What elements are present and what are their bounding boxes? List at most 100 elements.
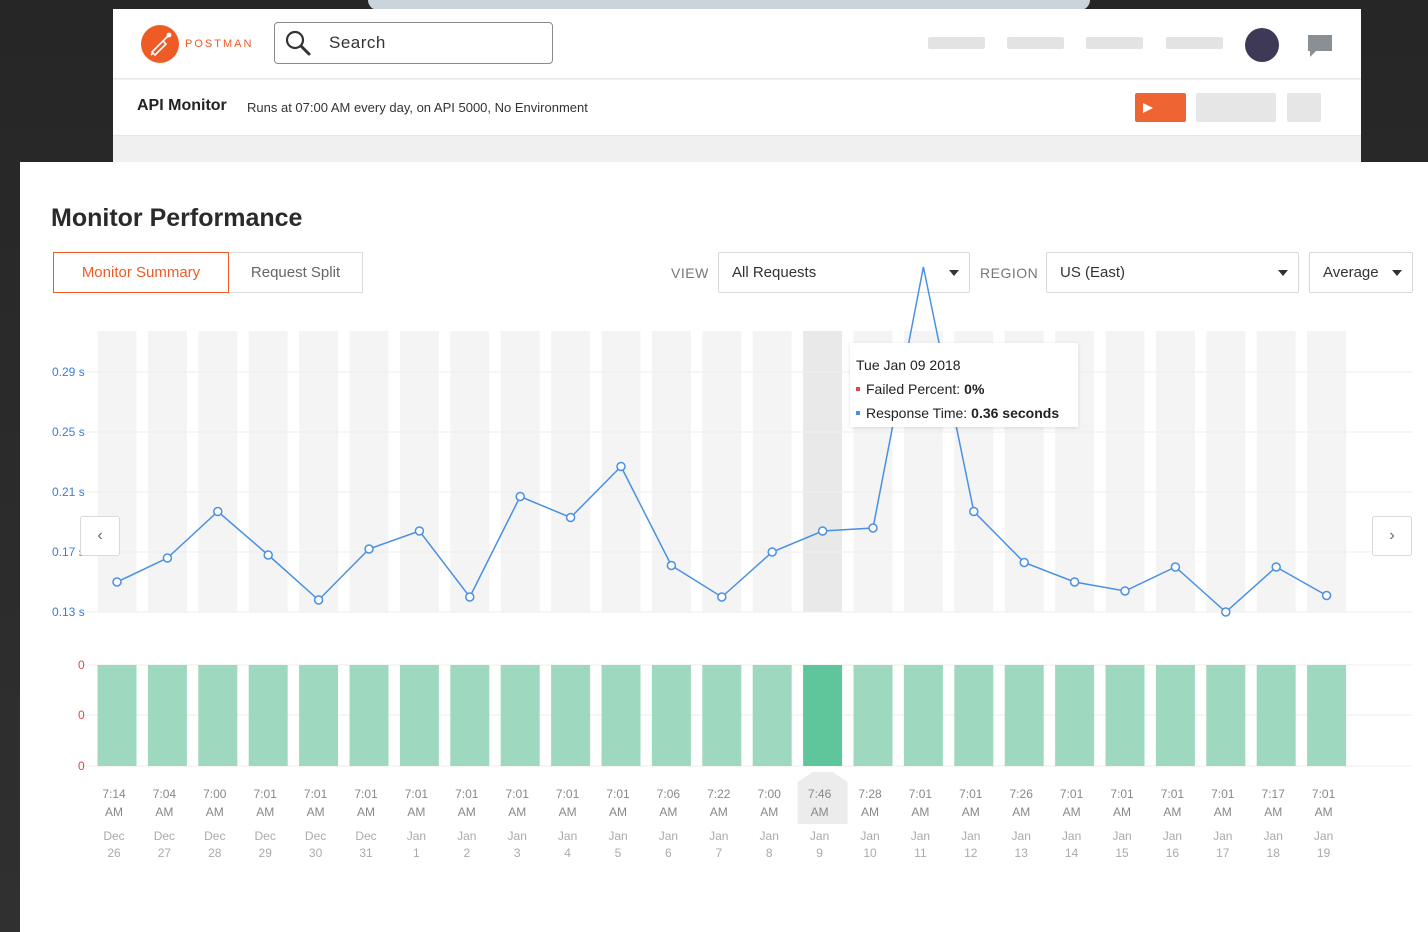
tooltip-response-row: Response Time: 0.36 seconds bbox=[856, 401, 1072, 425]
top-nav: POSTMAN Search bbox=[113, 9, 1361, 79]
monitor-action-button[interactable] bbox=[1196, 93, 1276, 122]
monitor-title: API Monitor bbox=[137, 97, 227, 114]
x-tick-time: 7:01 bbox=[606, 787, 630, 801]
failed-bullet-icon bbox=[856, 387, 860, 391]
status-bar bbox=[1256, 665, 1296, 766]
status-bar bbox=[853, 665, 893, 766]
data-point bbox=[1221, 607, 1231, 617]
search-input[interactable]: Search bbox=[274, 22, 553, 64]
x-tick-time: 7:17 bbox=[1262, 787, 1286, 801]
x-tick-time: 7:22 bbox=[707, 787, 731, 801]
x-tick-month: Jan bbox=[1062, 829, 1081, 843]
data-point bbox=[817, 526, 828, 536]
chart-column bbox=[803, 331, 843, 612]
x-tick-day: 1 bbox=[413, 846, 420, 860]
x-tick-time: 7:00 bbox=[203, 787, 227, 801]
x-tick-day: 8 bbox=[766, 846, 773, 860]
x-tick-month: Dec bbox=[204, 829, 225, 843]
status-bar bbox=[702, 665, 742, 766]
x-tick-month: Dec bbox=[355, 829, 376, 843]
avatar[interactable] bbox=[1245, 28, 1279, 62]
x-tick-day: 13 bbox=[1015, 846, 1029, 860]
x-tick-ampm: AM bbox=[1264, 805, 1282, 819]
x-tick-ampm: AM bbox=[911, 805, 929, 819]
x-tick-ampm: AM bbox=[508, 805, 526, 819]
chart-tooltip: Tue Jan 09 2018 Failed Percent: 0% Respo… bbox=[850, 343, 1078, 427]
x-tick-time: 7:01 bbox=[455, 787, 479, 801]
x-tick-time: 7:01 bbox=[254, 787, 278, 801]
logo-text: POSTMAN bbox=[185, 38, 254, 50]
run-monitor-button[interactable] bbox=[1135, 93, 1186, 122]
x-tick-day: 16 bbox=[1166, 846, 1180, 860]
data-point bbox=[364, 544, 374, 554]
x-tick-time: 7:00 bbox=[758, 787, 782, 801]
x-tick-ampm: AM bbox=[307, 805, 325, 819]
nav-placeholder-3[interactable] bbox=[1086, 37, 1143, 49]
chart-column bbox=[702, 331, 742, 612]
chart-column bbox=[349, 331, 389, 612]
status-bar bbox=[903, 665, 943, 766]
chart-prev-button[interactable]: ‹ bbox=[80, 516, 120, 556]
nav-placeholder-2[interactable] bbox=[1007, 37, 1064, 49]
chart-column bbox=[752, 331, 792, 612]
chevron-left-icon: ‹ bbox=[97, 527, 103, 544]
status-bar bbox=[299, 665, 339, 766]
chart-next-button[interactable]: › bbox=[1372, 516, 1412, 556]
status-bar bbox=[399, 665, 439, 766]
monitor-more-button[interactable] bbox=[1287, 93, 1321, 122]
postman-logo[interactable]: POSTMAN bbox=[141, 25, 253, 63]
tab-monitor-summary[interactable]: Monitor Summary bbox=[53, 252, 229, 293]
chart-column bbox=[1307, 331, 1347, 612]
x-tick-day: 17 bbox=[1216, 846, 1230, 860]
y-tick-label: 0.25 s bbox=[52, 425, 85, 439]
x-tick-ampm: AM bbox=[609, 805, 627, 819]
bar-tick-label: 0 bbox=[78, 759, 85, 773]
data-point bbox=[616, 461, 626, 472]
nav-placeholder-4[interactable] bbox=[1166, 37, 1223, 49]
status-bar bbox=[601, 665, 641, 766]
x-tick-ampm: AM bbox=[811, 805, 829, 819]
x-tick-ampm: AM bbox=[1063, 805, 1081, 819]
data-point bbox=[717, 592, 727, 602]
data-point bbox=[112, 577, 122, 587]
chart-column bbox=[399, 331, 439, 612]
data-point bbox=[767, 547, 777, 557]
data-point bbox=[1271, 562, 1281, 572]
x-tick-day: 27 bbox=[158, 846, 172, 860]
tooltip-date: Tue Jan 09 2018 bbox=[856, 357, 961, 373]
search-input-text: Search bbox=[329, 33, 386, 52]
x-tick-ampm: AM bbox=[407, 805, 425, 819]
data-point bbox=[1069, 577, 1080, 587]
tooltip-failed-label: Failed Percent: bbox=[866, 381, 961, 397]
x-tick-month: Jan bbox=[608, 829, 627, 843]
chat-icon[interactable] bbox=[1306, 33, 1334, 59]
x-tick-ampm: AM bbox=[105, 805, 123, 819]
bar-tick-label: 0 bbox=[78, 658, 85, 672]
x-tick-day: 4 bbox=[564, 846, 571, 860]
nav-placeholder-1[interactable] bbox=[928, 37, 985, 49]
data-point bbox=[515, 491, 525, 502]
x-tick-day: 28 bbox=[208, 846, 222, 860]
data-point bbox=[868, 523, 878, 533]
x-tick-time: 7:14 bbox=[102, 787, 126, 801]
chart-column bbox=[198, 331, 238, 612]
x-tick-time: 7:01 bbox=[1161, 787, 1185, 801]
x-tick-time: 7:26 bbox=[1010, 787, 1034, 801]
status-bar bbox=[349, 665, 389, 766]
x-tick-month: Jan bbox=[457, 829, 476, 843]
x-tick-ampm: AM bbox=[1113, 805, 1131, 819]
status-bar bbox=[1307, 665, 1347, 766]
x-tick-time: 7:01 bbox=[405, 787, 429, 801]
data-point bbox=[1321, 590, 1332, 601]
y-tick-label: 0.29 s bbox=[52, 365, 85, 379]
x-tick-ampm: AM bbox=[962, 805, 980, 819]
x-tick-month: Jan bbox=[1163, 829, 1182, 843]
x-tick-time: 7:06 bbox=[657, 787, 681, 801]
status-bar bbox=[248, 665, 288, 766]
x-tick-month: Jan bbox=[407, 829, 426, 843]
x-tick-month: Jan bbox=[760, 829, 779, 843]
x-tick-month: Jan bbox=[1264, 829, 1283, 843]
data-point bbox=[1019, 557, 1029, 568]
x-tick-day: 11 bbox=[914, 846, 927, 860]
x-tick-ampm: AM bbox=[559, 805, 577, 819]
